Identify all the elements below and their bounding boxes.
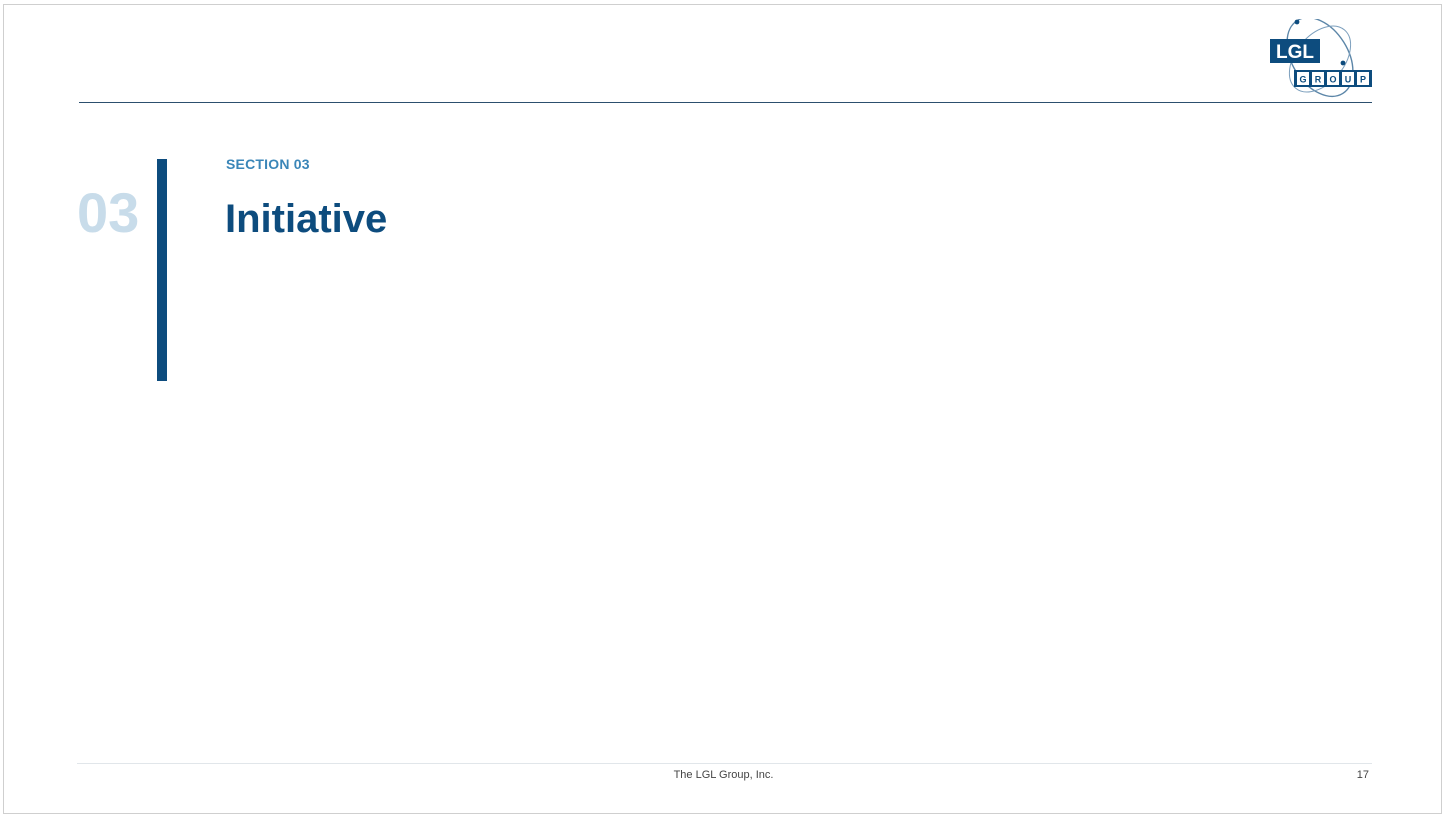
footer-divider [77,763,1372,764]
logo-letter-u: U [1345,75,1352,85]
section-label: SECTION 03 [226,156,310,172]
page-number: 17 [1356,769,1369,781]
company-logo: LGL G R O U P [1266,19,1372,99]
logo-letter-r: R [1315,75,1322,85]
section-accent-bar [157,159,167,381]
lgl-orbit-logo-icon: LGL G R O U P [1270,19,1372,98]
logo-letter-p: P [1360,75,1366,85]
footer-company-name: The LGL Group, Inc. [673,769,774,781]
logo-letter-o: O [1329,75,1336,85]
header-divider [79,102,1372,103]
section-title: Initiative [225,197,388,241]
slide: LGL G R O U P 03 SECTION 03 Initiative T… [3,4,1442,814]
section-number: 03 [77,181,140,244]
logo-text-lgl: LGL [1276,42,1314,63]
logo-letter-g: G [1299,75,1306,85]
